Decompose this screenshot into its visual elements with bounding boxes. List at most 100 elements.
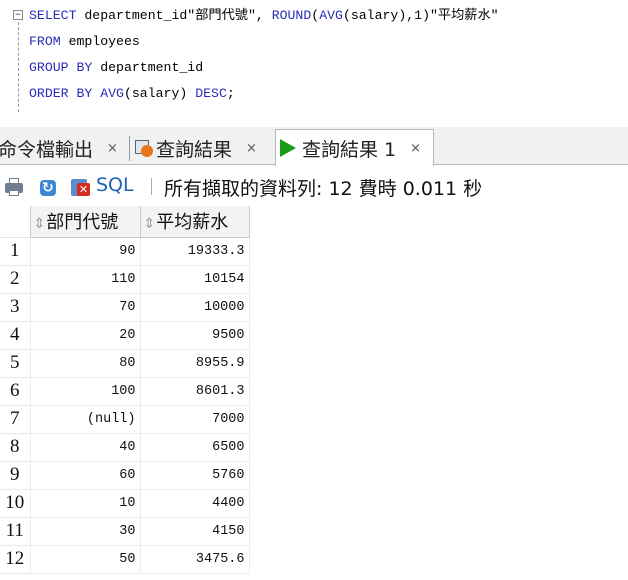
table-row[interactable]: 4 20 9500 xyxy=(0,321,250,350)
cell-average-salary[interactable]: 3475.6 xyxy=(139,545,250,574)
table-row[interactable]: 2 110 10154 xyxy=(0,265,250,294)
cell-department-id[interactable]: 30 xyxy=(29,517,141,546)
cell-department-id[interactable]: 80 xyxy=(29,349,141,378)
cell-department-id[interactable]: 110 xyxy=(29,265,141,294)
table-row[interactable]: 7 (null) 7000 xyxy=(0,405,250,434)
row-number: 9 xyxy=(0,461,30,490)
collapse-toggle-icon[interactable]: − xyxy=(13,10,23,20)
column-header-label: 部門代號 xyxy=(46,212,119,234)
cell-department-id[interactable]: 70 xyxy=(29,293,141,322)
cell-department-id[interactable]: 40 xyxy=(29,433,141,462)
tab-label: 查詢結果 1 xyxy=(302,138,397,161)
row-number: 1 xyxy=(0,237,30,266)
sql-code-line[interactable]: GROUP BY department_id xyxy=(29,58,203,78)
table-row[interactable]: 3 70 10000 xyxy=(0,293,250,322)
close-icon[interactable]: × xyxy=(246,141,257,156)
tab-label: 查詢結果 xyxy=(156,138,233,161)
run-icon xyxy=(280,139,296,157)
row-number: 10 xyxy=(0,489,30,518)
cell-average-salary[interactable]: 10000 xyxy=(139,293,250,322)
sql-keyword: ROUND xyxy=(271,8,312,23)
column-header-average-salary[interactable]: ⇕平均薪水 xyxy=(139,206,250,238)
result-toolbar: ↻ ✕ SQL 所有擷取的資料列: 12 費時 0.011 秒 xyxy=(0,166,628,206)
table-row[interactable]: 6 100 8601.3 xyxy=(0,377,250,406)
sql-keyword: GROUP BY xyxy=(29,60,93,75)
cell-average-salary[interactable]: 9500 xyxy=(139,321,250,350)
table-row[interactable]: 12 50 3475.6 xyxy=(0,545,250,574)
row-number: 8 xyxy=(0,433,30,462)
cell-average-salary[interactable]: 5760 xyxy=(139,461,250,490)
cell-department-id[interactable]: (null) xyxy=(29,405,141,434)
cell-average-salary[interactable]: 19333.3 xyxy=(139,237,250,266)
sql-keyword: SELECT xyxy=(29,8,77,23)
tab-query-result-1[interactable]: 查詢結果 1 × xyxy=(275,129,435,166)
print-icon[interactable] xyxy=(4,177,24,197)
cell-department-id[interactable]: 100 xyxy=(29,377,141,406)
table-row[interactable]: 1 90 19333.3 xyxy=(0,237,250,266)
sql-keyword: DESC xyxy=(195,86,227,101)
cell-department-id[interactable]: 20 xyxy=(29,321,141,350)
close-icon[interactable]: × xyxy=(107,141,118,156)
cell-department-id[interactable]: 50 xyxy=(29,545,141,574)
table-row[interactable]: 10 10 4400 xyxy=(0,489,250,518)
sql-text: (salary),1)"平均薪水" xyxy=(342,8,499,23)
row-number: 3 xyxy=(0,293,30,322)
table-row[interactable]: 8 40 6500 xyxy=(0,433,250,462)
result-table: ⇕部門代號 ⇕平均薪水 1 90 19333.3 2 110 10154 3 70 10000 4… xyxy=(0,206,250,574)
sql-code-line[interactable]: ORDER BY AVG(salary) DESC; xyxy=(29,84,235,104)
cell-department-id[interactable]: 60 xyxy=(29,461,141,490)
cell-average-salary[interactable]: 4150 xyxy=(139,517,250,546)
sql-cancel-icon[interactable]: ✕ xyxy=(70,177,90,197)
sql-keyword: FROM xyxy=(29,34,61,49)
sql-text: ; xyxy=(226,86,235,101)
sql-text: department_id xyxy=(92,60,204,75)
cell-average-salary[interactable]: 7000 xyxy=(139,405,250,434)
sql-code-line[interactable]: FROM employees xyxy=(29,32,140,52)
sort-icon[interactable]: ⇕ xyxy=(144,216,156,232)
close-icon[interactable]: × xyxy=(410,141,421,156)
sql-keyword: AVG xyxy=(319,8,343,23)
cell-department-id[interactable]: 10 xyxy=(29,489,141,518)
sql-keyword: ORDER BY xyxy=(29,86,93,101)
row-number: 5 xyxy=(0,349,30,378)
sql-editor[interactable]: − SELECT department_id"部門代號", ROUND(AVG(… xyxy=(0,0,628,118)
sql-keyword: AVG xyxy=(100,86,124,101)
row-number: 4 xyxy=(0,321,30,350)
sql-text: employees xyxy=(60,34,140,49)
row-number: 11 xyxy=(0,517,30,546)
sql-button[interactable]: SQL xyxy=(96,174,134,196)
sort-icon[interactable]: ⇕ xyxy=(34,216,46,232)
fetch-status-text: 所有擷取的資料列: 12 費時 0.011 秒 xyxy=(164,178,483,200)
fold-guide xyxy=(18,22,19,112)
row-number: 2 xyxy=(0,265,30,294)
cell-average-salary[interactable]: 8601.3 xyxy=(139,377,250,406)
toolbar-divider xyxy=(151,178,152,195)
row-number: 6 xyxy=(0,377,30,406)
row-number: 12 xyxy=(0,545,30,574)
header-row: ⇕部門代號 ⇕平均薪水 xyxy=(0,206,250,238)
tab-query-result[interactable]: 查詢結果 × xyxy=(135,131,257,165)
row-number: 7 xyxy=(0,405,30,434)
cell-average-salary[interactable]: 10154 xyxy=(139,265,250,294)
cell-average-salary[interactable]: 6500 xyxy=(139,433,250,462)
table-row[interactable]: 5 80 8955.9 xyxy=(0,349,250,378)
cell-average-salary[interactable]: 8955.9 xyxy=(139,349,250,378)
column-header-label: 平均薪水 xyxy=(156,212,229,234)
table-row[interactable]: 9 60 5760 xyxy=(0,461,250,490)
result-tab-bar: 命令檔輸出 × 查詢結果 × 查詢結果 1 × xyxy=(0,127,628,166)
tab-label: 命令檔輸出 xyxy=(0,138,94,161)
cell-department-id[interactable]: 90 xyxy=(29,237,141,266)
sql-code-line[interactable]: SELECT department_id"部門代號", ROUND(AVG(sa… xyxy=(29,6,499,26)
tab-divider xyxy=(129,136,130,161)
sql-text: (salary) xyxy=(123,86,196,101)
table-row[interactable]: 11 30 4150 xyxy=(0,517,250,546)
sql-text: ( xyxy=(311,8,320,23)
tab-command-output[interactable]: 命令檔輸出 × xyxy=(0,131,118,165)
refresh-icon[interactable]: ↻ xyxy=(38,177,58,197)
query-result-icon xyxy=(135,139,153,157)
result-grid[interactable]: ⇕部門代號 ⇕平均薪水 1 90 19333.3 2 110 10154 3 70 10000 4… xyxy=(0,206,628,580)
row-number-header xyxy=(0,206,30,238)
column-header-department-id[interactable]: ⇕部門代號 xyxy=(29,206,141,238)
sql-text: department_id"部門代號", xyxy=(76,8,272,23)
cell-average-salary[interactable]: 4400 xyxy=(139,489,250,518)
